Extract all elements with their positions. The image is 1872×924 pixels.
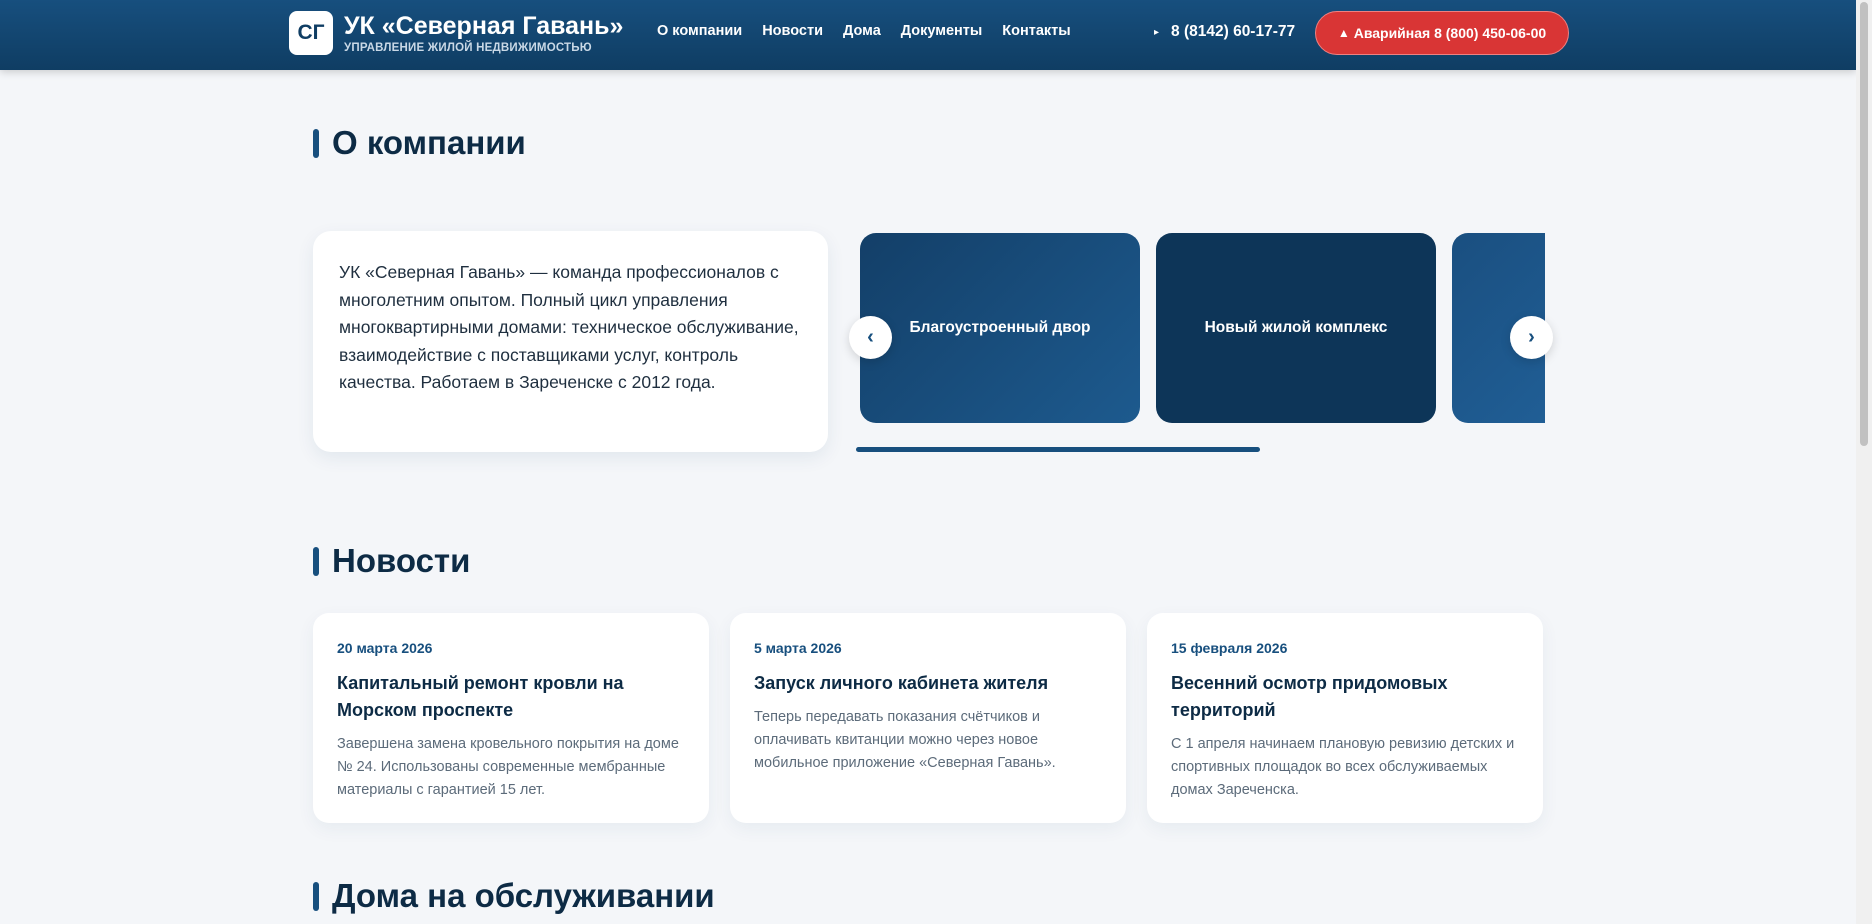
news-section-title: Новости bbox=[313, 542, 470, 580]
news-title[interactable]: Капитальный ремонт кровли на Морском про… bbox=[337, 670, 685, 724]
news-title[interactable]: Весенний осмотр придомовых территорий bbox=[1171, 670, 1519, 724]
nav-item-news[interactable]: Новости bbox=[762, 23, 823, 39]
carousel-slide[interactable]: Благоустроенный двор bbox=[860, 233, 1140, 423]
emergency-label: Аварийная 8 (800) 450-06-00 bbox=[1353, 25, 1547, 41]
houses-section-title: Дома на обслуживании bbox=[313, 877, 715, 915]
news-date: 5 марта 2026 bbox=[754, 640, 842, 656]
nav-item-contacts[interactable]: Контакты bbox=[1002, 23, 1070, 39]
carousel-slide[interactable]: Новый жилой комплекс bbox=[1156, 233, 1436, 423]
brand-title[interactable]: УК «Северная Гавань» bbox=[344, 12, 623, 41]
news-card[interactable]: 5 марта 2026 Запуск личного кабинета жит… bbox=[730, 613, 1126, 823]
news-text: С 1 апреля начинаем плановую ревизию дет… bbox=[1171, 736, 1515, 798]
phone-link[interactable]: ▸ 8 (8142) 60-17-77 bbox=[1154, 23, 1295, 41]
news-date: 20 марта 2026 bbox=[337, 640, 433, 656]
warning-icon: ▲ bbox=[1337, 26, 1350, 40]
nav-item-houses[interactable]: Дома bbox=[843, 23, 881, 39]
news-date: 15 февраля 2026 bbox=[1171, 640, 1288, 656]
emergency-button[interactable]: ▲ Аварийная 8 (800) 450-06-00 bbox=[1315, 11, 1569, 55]
brand-subtitle: УПРАВЛЕНИЕ ЖИЛОЙ НЕДВИЖИМОСТЬЮ bbox=[344, 42, 592, 54]
news-card[interactable]: 20 марта 2026 Капитальный ремонт кровли … bbox=[313, 613, 709, 823]
news-title[interactable]: Запуск личного кабинета жителя bbox=[754, 670, 1102, 697]
nav-item-documents[interactable]: Документы bbox=[901, 23, 983, 39]
logo[interactable]: СГ bbox=[289, 11, 333, 55]
scrollbar-thumb[interactable] bbox=[1860, 2, 1868, 446]
phone-icon: ▸ bbox=[1154, 26, 1160, 38]
carousel-prev-button[interactable]: ‹ bbox=[849, 316, 892, 359]
nav-item-about[interactable]: О компании bbox=[657, 23, 742, 39]
about-card: УК «Северная Гавань» — команда профессио… bbox=[313, 231, 828, 452]
gallery-carousel[interactable]: Благоустроенный двор Новый жилой комплек… bbox=[860, 233, 1545, 423]
carousel-next-button[interactable]: › bbox=[1510, 316, 1553, 359]
main-nav: О компании Новости Дома Документы Контак… bbox=[657, 23, 1071, 39]
page-scrollbar[interactable] bbox=[1856, 0, 1872, 924]
carousel-progress-bar bbox=[856, 447, 1260, 452]
about-section-title: О компании bbox=[313, 124, 526, 162]
phone-number: 8 (8142) 60-17-77 bbox=[1171, 23, 1296, 40]
site-header: СГ УК «Северная Гавань» УПРАВЛЕНИЕ ЖИЛОЙ… bbox=[0, 0, 1856, 70]
news-card[interactable]: 15 февраля 2026 Весенний осмотр придомов… bbox=[1147, 613, 1543, 823]
news-text: Теперь передавать показания счётчиков и … bbox=[754, 709, 1056, 771]
news-text: Завершена замена кровельного покрытия на… bbox=[337, 736, 679, 798]
